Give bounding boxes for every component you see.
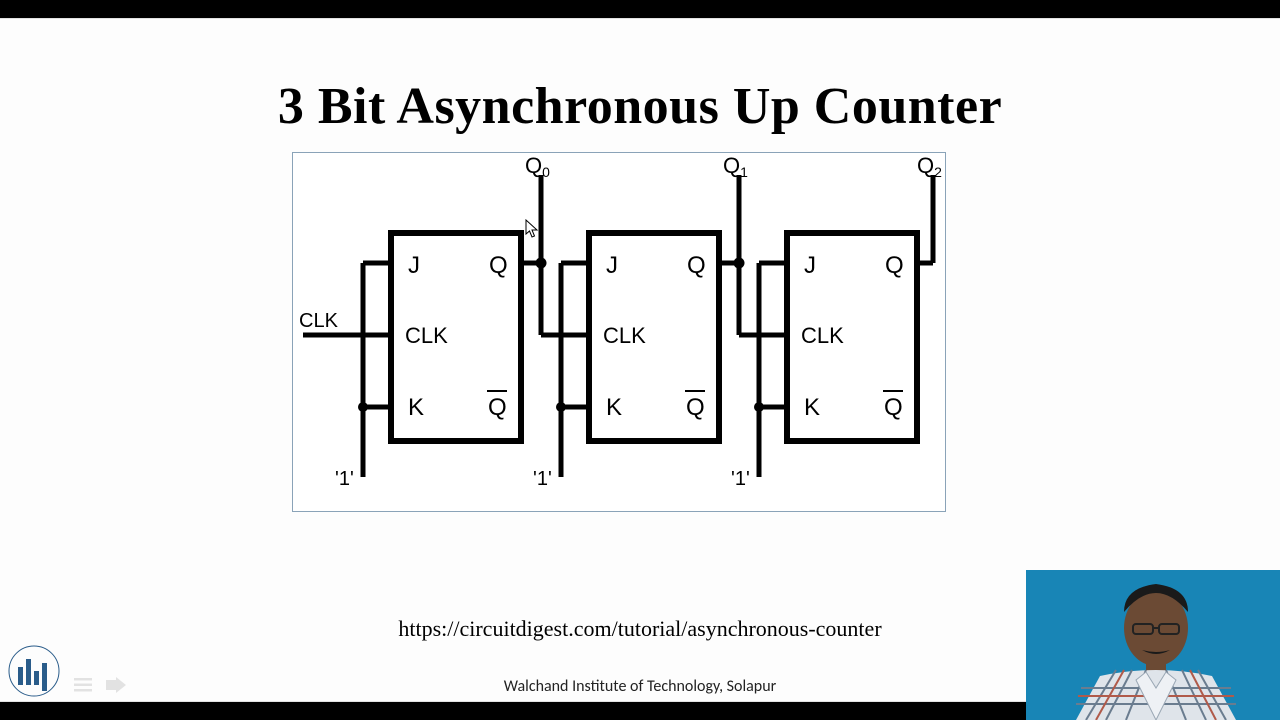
clk-input-label: CLK	[299, 310, 339, 332]
slide-title: 3 Bit Asynchronous Up Counter	[0, 77, 1280, 136]
diagram-frame: J Q CLK K Q J Q CLK K Q J Q CLK K Q CLK …	[292, 152, 946, 512]
output-q2: Q2	[917, 153, 942, 180]
ff1-j-label: J	[606, 252, 618, 279]
ff2-j-label: J	[804, 252, 816, 279]
ff0-q-label: Q	[489, 252, 508, 279]
ff1-q-label: Q	[687, 252, 706, 279]
ff1-k-label: K	[606, 394, 622, 421]
slide-nav	[74, 677, 126, 693]
output-q0: Q0	[525, 153, 550, 180]
ff2-clk-label: CLK	[801, 323, 844, 348]
one-label-2: '1'	[731, 468, 750, 490]
ff0-qbar-label: Q	[488, 394, 507, 421]
menu-icon[interactable]	[74, 677, 92, 693]
ff1-qbar-label: Q	[686, 394, 705, 421]
ff0-clk-label: CLK	[405, 323, 448, 348]
ff2-qbar-label: Q	[884, 394, 903, 421]
ff2-q-label: Q	[885, 252, 904, 279]
one-label-1: '1'	[533, 468, 552, 490]
ff2-k-label: K	[804, 394, 820, 421]
ff0-k-label: K	[408, 394, 424, 421]
counter-diagram: J Q CLK K Q J Q CLK K Q J Q CLK K Q CLK …	[293, 153, 945, 511]
next-icon[interactable]	[106, 677, 126, 693]
ff1-clk-label: CLK	[603, 323, 646, 348]
mouse-cursor-icon	[525, 219, 539, 239]
ff0-j-label: J	[408, 252, 420, 279]
output-q1: Q1	[723, 153, 748, 180]
presenter-webcam	[1026, 570, 1280, 720]
institute-logo	[8, 645, 60, 697]
one-label-0: '1'	[335, 468, 354, 490]
